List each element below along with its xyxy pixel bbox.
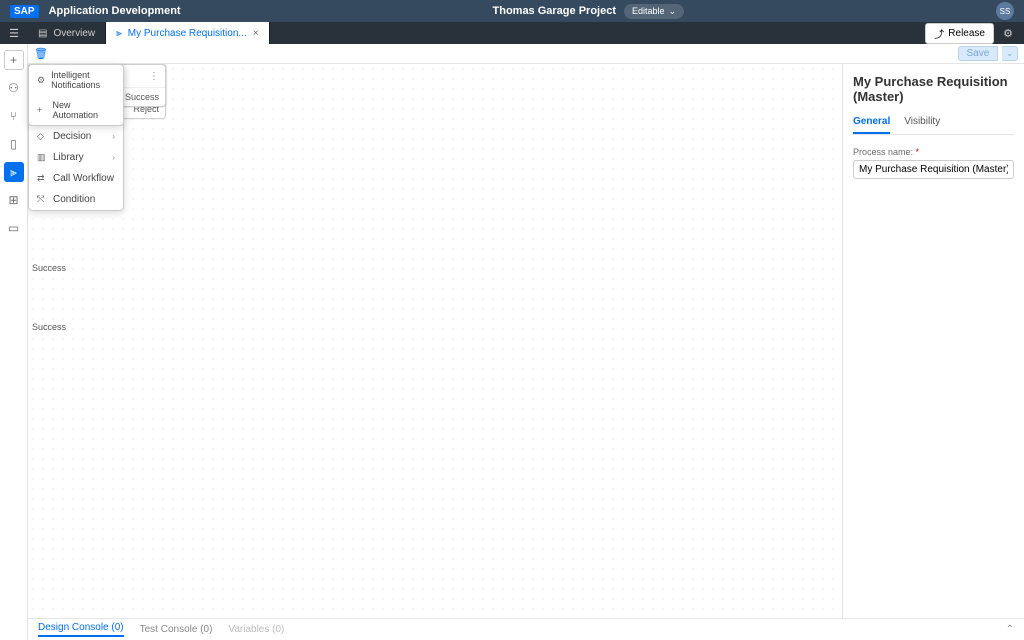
skill-label: New Automation xyxy=(53,100,115,120)
skill-library[interactable]: ▥ Library › xyxy=(29,147,123,168)
bottom-console: Design Console (0) Test Console (0) Vari… xyxy=(28,618,1024,640)
stub1-label: Success xyxy=(32,263,66,273)
process-name-label: Process name: * xyxy=(853,147,1014,157)
overview-icon: ▤ xyxy=(38,28,47,39)
sidebar-process-icon[interactable]: ⫸ xyxy=(4,162,24,182)
library-icon: ▥ xyxy=(37,152,47,163)
stub2-label: Success xyxy=(32,322,66,332)
plus-icon: + xyxy=(37,105,47,115)
console-collapse-icon[interactable]: ⌃ xyxy=(1006,624,1014,635)
process-name-input[interactable] xyxy=(853,160,1014,179)
trash-icon[interactable]: 🗑 xyxy=(34,47,48,60)
submenu-intelligent-notifications[interactable]: ⚙ Intelligent Notifications xyxy=(29,65,123,95)
release-label: Release xyxy=(948,28,985,39)
tab-current-label: My Purchase Requisition... xyxy=(128,28,247,39)
save-dropdown[interactable]: ⌄ xyxy=(1002,46,1018,61)
sidebar-data-icon[interactable]: ⊞ xyxy=(4,190,24,210)
properties-panel: My Purchase Requisition (Master) General… xyxy=(842,64,1024,618)
panel-tabs: General Visibility xyxy=(853,116,1014,135)
close-icon[interactable]: × xyxy=(253,28,259,39)
skill-call-workflow[interactable]: ⇄ Call Workflow xyxy=(29,168,123,189)
skill-decision[interactable]: ◇ Decision › xyxy=(29,126,123,147)
skill-label: Condition xyxy=(53,194,95,205)
chevron-right-icon: › xyxy=(112,132,115,141)
skill-label: Call Workflow xyxy=(53,173,114,184)
skill-label: Library xyxy=(53,152,84,163)
save-button[interactable]: Save xyxy=(958,46,999,61)
chevron-right-icon: › xyxy=(112,153,115,162)
tab-general[interactable]: General xyxy=(853,116,890,134)
sidebar-branch-icon[interactable]: ⑂ xyxy=(4,106,24,126)
canvas-toolbar: 🗑 Save ⌄ xyxy=(28,44,1024,64)
decision-icon: ◇ xyxy=(37,131,47,142)
tab-current[interactable]: ⫸ My Purchase Requisition... × xyxy=(106,22,269,44)
editable-badge[interactable]: Editable ⌄ xyxy=(624,4,684,19)
sidebar-form-icon[interactable]: ▭ xyxy=(4,218,24,238)
console-tab-variables[interactable]: Variables (0) xyxy=(228,624,284,635)
skill-label: Decision xyxy=(53,131,91,142)
automation-submenu: ⚙ Intelligent Notifications + New Automati… xyxy=(28,64,124,126)
tab-bar: ☰ ▤ Overview ⫸ My Purchase Requisition..… xyxy=(0,22,1024,44)
chevron-down-icon: ⌄ xyxy=(669,6,677,17)
project-name[interactable]: Thomas Garage Project xyxy=(493,5,617,17)
app-header: SAP Application Development Thomas Garag… xyxy=(0,0,1024,22)
automation-icon: ⚙ xyxy=(37,75,45,86)
gear-icon[interactable]: ⚙ xyxy=(1000,27,1016,40)
tab-overview[interactable]: ▤ Overview xyxy=(28,22,106,44)
release-button[interactable]: ⤴ Release xyxy=(925,23,994,44)
sap-logo: SAP xyxy=(10,5,39,18)
app-name: Application Development xyxy=(49,5,181,17)
canvas-area: 🗑 Save ⌄ ⋮ Success ▤Auto-Approval Verifi… xyxy=(28,44,1024,618)
skill-label: Intelligent Notifications xyxy=(51,70,115,90)
tab-overview-label: Overview xyxy=(53,28,95,39)
process-icon: ⫸ xyxy=(116,28,122,39)
sidebar-add-icon[interactable]: + xyxy=(4,50,24,70)
sidebar-person-icon[interactable]: ⚇ xyxy=(4,78,24,98)
ellipsis-icon[interactable]: ⋮ xyxy=(149,71,159,82)
console-tab-test[interactable]: Test Console (0) xyxy=(140,624,213,635)
port-out: Success xyxy=(125,92,159,102)
skill-condition[interactable]: ⤲ Condition xyxy=(29,189,123,210)
left-sidebar: + ⚇ ⑂ ▯ ⫸ ⊞ ▭ xyxy=(0,44,28,640)
console-tab-design[interactable]: Design Console (0) xyxy=(38,622,124,637)
workflow-icon: ⇄ xyxy=(37,173,47,184)
user-avatar[interactable]: SS xyxy=(996,2,1014,20)
sidebar-doc-icon[interactable]: ▯ xyxy=(4,134,24,154)
condition-icon: ⤲ xyxy=(37,194,47,205)
process-canvas[interactable]: ⋮ Success ▤Auto-Approval Verificatio...⋮… xyxy=(28,64,842,618)
submenu-new-automation[interactable]: + New Automation xyxy=(29,95,123,125)
tab-visibility[interactable]: Visibility xyxy=(904,116,940,134)
editable-label: Editable xyxy=(632,6,665,16)
menu-icon[interactable]: ☰ xyxy=(0,22,28,44)
release-icon: ⤴ xyxy=(934,26,944,41)
panel-title: My Purchase Requisition (Master) xyxy=(853,74,1014,104)
